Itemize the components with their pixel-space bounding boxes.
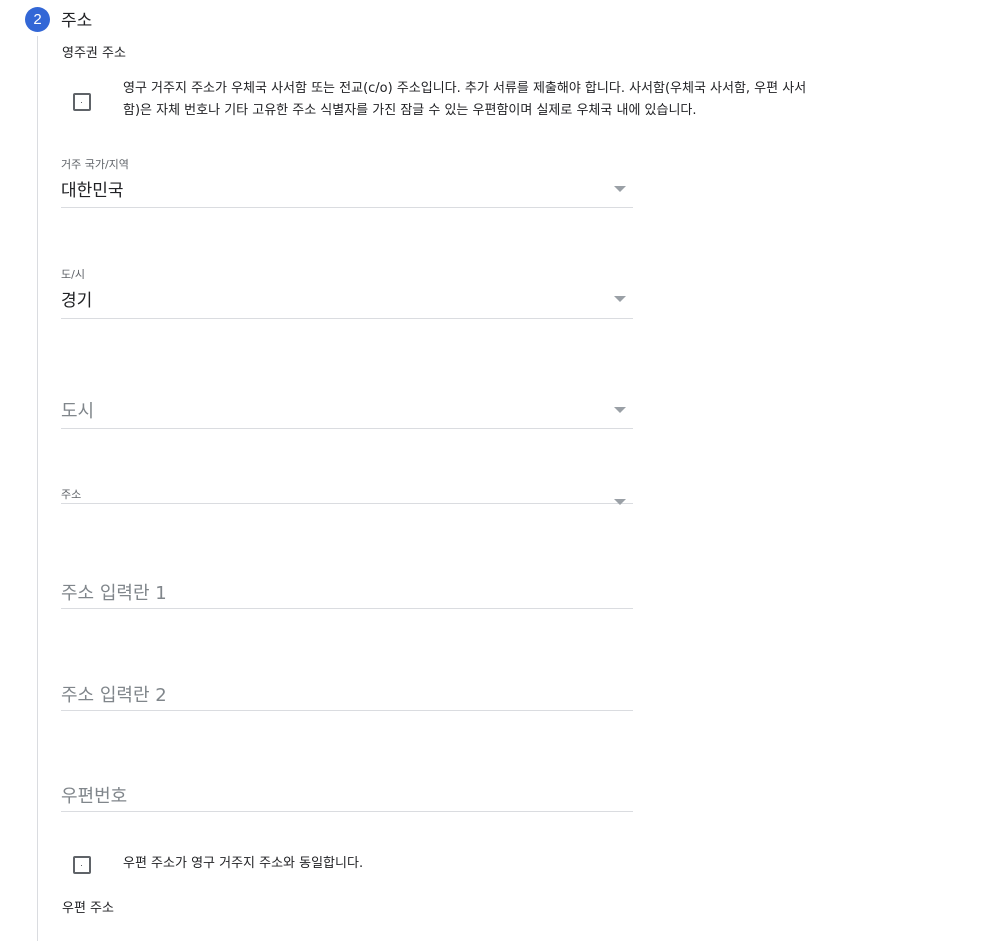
- same-as-permanent-checkbox-label: 우편 주소가 영구 거주지 주소와 동일합니다.: [123, 856, 364, 871]
- same-as-permanent-checkbox[interactable]: [73, 856, 91, 874]
- postal-code-input[interactable]: 우편번호: [61, 774, 633, 812]
- chevron-down-icon: [614, 407, 626, 413]
- po-box-checkbox[interactable]: [73, 93, 91, 111]
- address-line2-input[interactable]: 주소 입력란 2: [61, 672, 633, 711]
- address-select[interactable]: 주소: [61, 486, 633, 505]
- address-line1-input[interactable]: 주소 입력란 1: [61, 570, 633, 609]
- city-select[interactable]: 도시: [61, 380, 633, 429]
- province-select[interactable]: 도/시 경기: [61, 266, 633, 319]
- po-box-checkbox-label-line2: 함)은 자체 번호나 기타 고유한 주소 식별자를 가진 잠글 수 있는 우편함…: [123, 103, 697, 118]
- country-select-value: 대한민국: [61, 181, 124, 201]
- city-select-placeholder: 도시: [61, 401, 95, 422]
- po-box-checkbox-label: 영구 거주지 주소가 우체국 사서함 또는 전교(c/o) 주소입니다. 추가 …: [123, 78, 806, 122]
- chevron-down-icon: [614, 499, 626, 505]
- country-select[interactable]: 거주 국가/지역 대한민국: [61, 156, 633, 208]
- step-connector-line: [37, 36, 38, 941]
- postal-code-placeholder: 우편번호: [61, 786, 128, 807]
- step-title: 주소: [61, 11, 93, 31]
- po-box-checkbox-label-line1: 영구 거주지 주소가 우체국 사서함 또는 전교(c/o) 주소입니다. 추가 …: [123, 81, 807, 96]
- chevron-down-icon: [614, 296, 626, 302]
- province-select-value: 경기: [61, 291, 93, 311]
- permanent-address-heading: 영주권 주소: [62, 46, 126, 61]
- address-step-page: 2 주소 영주권 주소 영구 거주지 주소가 우체국 사서함 또는 전교(c/o…: [0, 0, 995, 941]
- mailing-address-heading: 우편 주소: [62, 901, 114, 916]
- address-line1-placeholder: 주소 입력란 1: [61, 583, 167, 604]
- address-line2-placeholder: 주소 입력란 2: [61, 685, 167, 706]
- chevron-down-icon: [614, 186, 626, 192]
- province-select-label: 도/시: [61, 268, 85, 281]
- country-select-label: 거주 국가/지역: [61, 158, 129, 171]
- address-select-label: 주소: [61, 488, 82, 501]
- step-number-badge: 2: [25, 7, 50, 32]
